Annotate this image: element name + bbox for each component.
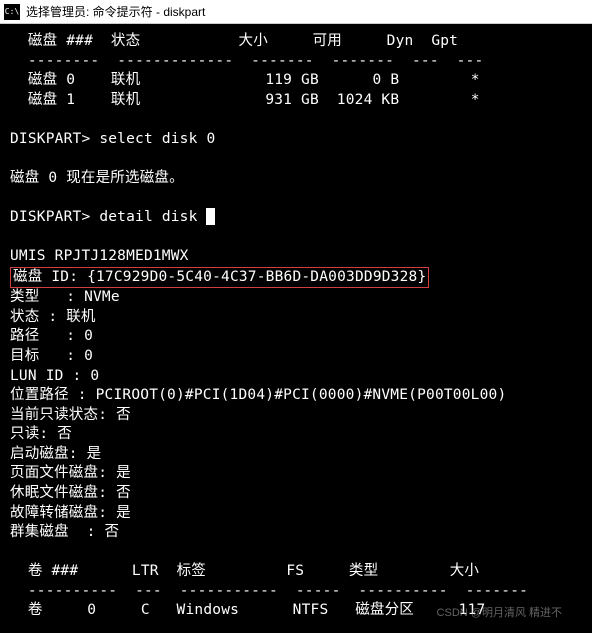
th-type: 类型	[349, 563, 378, 579]
watermark-text: CSDN @明月清风 精进不	[437, 604, 562, 620]
window-title: 选择管理员: 命令提示符 - diskpart	[26, 3, 205, 20]
command-text: select disk 0	[99, 131, 215, 147]
th-vol: 卷 ###	[28, 563, 78, 579]
cmd-icon: C:\	[4, 4, 20, 20]
th-disk: 磁盘 ###	[28, 33, 93, 49]
cursor	[206, 208, 215, 225]
th-label: 标签	[177, 563, 206, 579]
th-fs: FS	[286, 563, 304, 579]
th-free: 可用	[313, 33, 342, 49]
command-text: detail disk	[99, 209, 197, 225]
table-row: 磁盘 0	[28, 72, 75, 88]
terminal-content: 磁盘 ### 状态 大小 可用 Dyn Gpt -------- -------…	[0, 24, 592, 629]
prompt-prefix: DISKPART>	[10, 131, 90, 147]
th-size: 大小	[450, 563, 479, 579]
window-title-bar[interactable]: C:\ 选择管理员: 命令提示符 - diskpart	[0, 0, 592, 24]
prompt-prefix: DISKPART>	[10, 209, 90, 225]
table-row: 卷 0	[28, 602, 96, 618]
response-text: 磁盘 0 现在是所选磁盘。	[10, 170, 184, 186]
table-row: 磁盘 1	[28, 92, 75, 108]
th-ltr: LTR	[132, 563, 159, 579]
disk-id-highlight: 磁盘 ID: {17C929D0-5C40-4C37-BB6D-DA003DD9…	[10, 267, 429, 289]
th-dyn: Dyn	[387, 33, 414, 49]
th-size: 大小	[239, 33, 268, 49]
th-gpt: Gpt	[431, 33, 458, 49]
th-status: 状态	[111, 33, 140, 49]
disk-model: UMIS RPJTJ128MED1MWX	[10, 248, 189, 264]
